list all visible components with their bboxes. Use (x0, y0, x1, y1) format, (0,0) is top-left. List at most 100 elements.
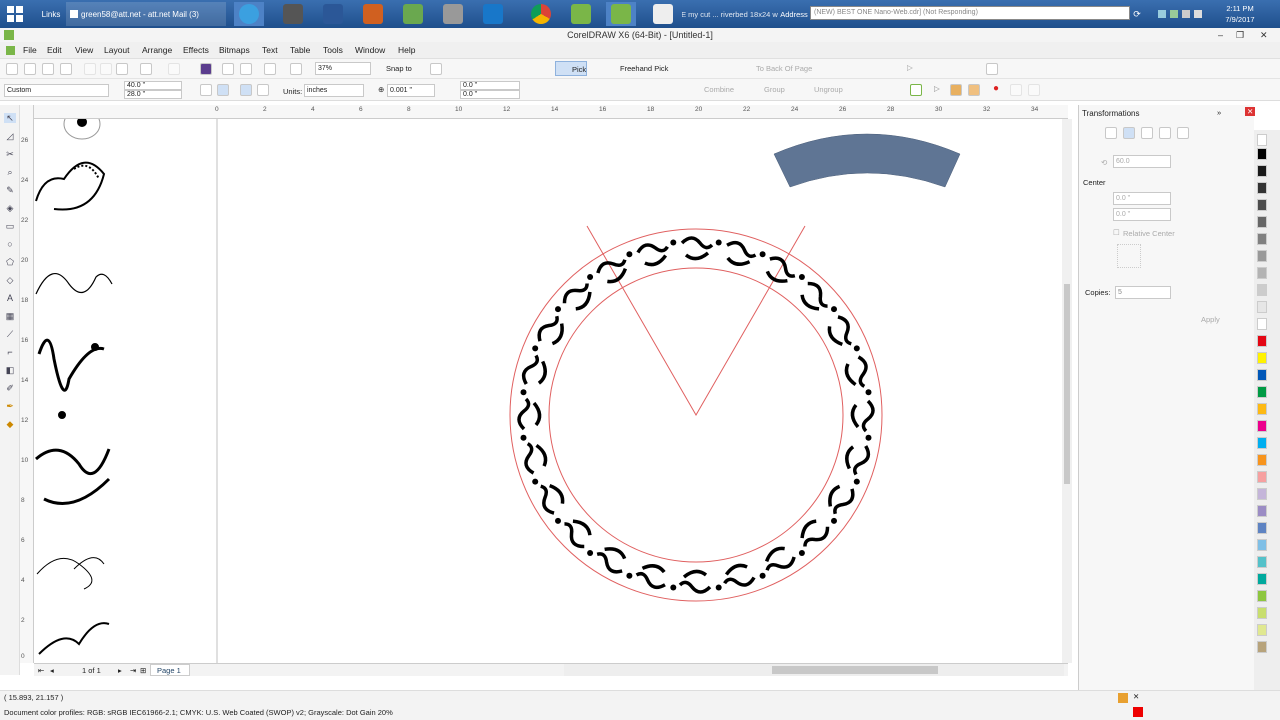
pause-icon[interactable] (1028, 84, 1040, 96)
page-height-input[interactable]: 28.0 " (124, 90, 182, 99)
group-button[interactable]: Group (764, 85, 785, 94)
apply-button[interactable]: Apply (1201, 315, 1220, 324)
color-profiles-text[interactable]: Document color profiles: RGB: sRGB IEC61… (4, 708, 393, 717)
to-back-of-page-button[interactable]: To Back Of Page (756, 64, 812, 73)
combine-button[interactable]: Combine (704, 85, 734, 94)
dimension-tool-icon[interactable]: ⟋ (4, 329, 16, 339)
close-icon[interactable]: ✕ (1260, 28, 1268, 42)
duplicate-y-input[interactable]: 0.0 " (460, 90, 520, 99)
restore-icon[interactable]: ❐ (1236, 28, 1244, 42)
text-tool-icon[interactable]: A (4, 293, 16, 303)
color-swatch[interactable] (1257, 641, 1267, 653)
arc-banner-shape[interactable] (773, 133, 961, 188)
options-icon[interactable] (430, 63, 442, 75)
color-swatch[interactable] (1257, 386, 1267, 398)
outline-pen-icon[interactable]: ✒ (4, 401, 16, 411)
taskbar-item-app3[interactable] (398, 2, 428, 26)
relative-center-checkbox[interactable]: ☐ (1113, 228, 1120, 237)
no-fill-icon[interactable]: ✕ (1133, 692, 1139, 701)
color-swatch[interactable] (1257, 284, 1267, 296)
menu-text[interactable]: Text (262, 45, 278, 55)
copies-input[interactable]: 5 (1115, 286, 1171, 299)
taskbar-item-corel2[interactable] (606, 2, 636, 26)
scroll-thumb[interactable] (772, 666, 938, 674)
first-page-icon[interactable]: ⇤ (38, 666, 44, 675)
play-icon[interactable]: ▷ (907, 63, 913, 72)
menu-arrange[interactable]: Arrange (142, 45, 172, 55)
last-page-icon[interactable]: ⇥ (130, 666, 136, 675)
add-page-icon[interactable]: ⊞ (140, 666, 146, 675)
freehand-pick-button[interactable]: Freehand Pick (620, 64, 668, 73)
horizontal-ruler[interactable]: 0 2 4 6 8 10 12 14 16 18 20 22 24 26 28 … (34, 105, 1068, 119)
zoom-tool-icon[interactable]: ⌕ (4, 167, 16, 177)
print-icon[interactable] (60, 63, 72, 75)
angle-input[interactable]: 60.0 (1113, 155, 1171, 168)
color-swatch[interactable] (1257, 403, 1267, 415)
clipart-flourish-group[interactable] (35, 119, 113, 655)
color-swatch[interactable] (1257, 420, 1267, 432)
v-guide-lines[interactable] (586, 225, 806, 417)
taskbar-item-chrome[interactable] (526, 2, 556, 26)
welcome-screen-icon[interactable] (290, 63, 302, 75)
menu-file[interactable]: File (23, 45, 37, 55)
polygon-tool-icon[interactable]: ⬠ (4, 257, 16, 267)
fill-indicator-icon[interactable] (1118, 693, 1128, 703)
copy-icon[interactable] (100, 63, 112, 75)
color-swatch[interactable] (1257, 505, 1267, 517)
macro-icon[interactable] (950, 84, 962, 96)
taskbar-item-mail[interactable]: green58@att.net - att.net Mail (3) (66, 2, 226, 26)
portrait-icon[interactable] (200, 84, 212, 96)
zoom-select[interactable]: 37% (315, 62, 371, 75)
refresh-icon[interactable]: ⟳ (1130, 2, 1144, 26)
shape-tool-icon[interactable]: ◿ (4, 131, 16, 141)
plugin-icon[interactable] (910, 84, 922, 96)
links-toolbar-label[interactable]: Links (40, 2, 62, 26)
taskbar-item-word[interactable] (318, 2, 348, 26)
color-swatch[interactable] (1257, 318, 1267, 330)
crop-tool-icon[interactable]: ✂ (4, 149, 16, 159)
cut-icon[interactable] (84, 63, 96, 75)
taskbar-item-app5[interactable] (478, 2, 508, 26)
connector-tool-icon[interactable]: ⌐ (4, 347, 16, 357)
taskbar-item-app4[interactable] (438, 2, 468, 26)
taskbar-item-corel1[interactable] (566, 2, 596, 26)
scroll-thumb[interactable] (1064, 284, 1070, 484)
center-y-input[interactable]: 0.0 " (1113, 208, 1171, 221)
page-size-select[interactable]: Custom (4, 84, 109, 97)
pick-tool-button[interactable]: Pick (555, 61, 587, 76)
duplicate-x-input[interactable]: 0.0 " (460, 81, 520, 90)
color-swatch[interactable] (1257, 267, 1267, 279)
application-launcher-icon[interactable] (264, 63, 276, 75)
color-swatch[interactable] (1257, 488, 1267, 500)
color-swatch[interactable] (1257, 352, 1267, 364)
menu-effects[interactable]: Effects (183, 45, 209, 55)
current-page-icon[interactable] (257, 84, 269, 96)
undo-icon[interactable] (140, 63, 152, 75)
smart-fill-icon[interactable]: ◈ (4, 203, 16, 213)
ungroup-button[interactable]: Ungroup (814, 85, 843, 94)
color-swatch[interactable] (1257, 573, 1267, 585)
color-swatch[interactable] (1257, 624, 1267, 636)
color-swatch[interactable] (1257, 182, 1267, 194)
ellipse-tool-icon[interactable]: ○ (4, 239, 16, 249)
blend-tool-icon[interactable]: ◧ (4, 365, 16, 375)
snap-to-dropdown[interactable]: Snap to (386, 64, 412, 73)
color-swatch[interactable] (1257, 539, 1267, 551)
freehand-tool-icon[interactable]: ✎ (4, 185, 16, 195)
table-tool-icon[interactable]: ▦ (4, 311, 16, 321)
new-icon[interactable] (6, 63, 18, 75)
clock[interactable]: 2:11 PM 7/9/2017 (1222, 3, 1258, 25)
pick-tool-icon[interactable]: ↖ (4, 113, 16, 123)
all-pages-icon[interactable] (240, 84, 252, 96)
color-swatch[interactable] (1257, 471, 1267, 483)
menu-window[interactable]: Window (355, 45, 385, 55)
vertical-ruler[interactable]: 26 24 22 20 18 16 14 12 10 8 6 4 2 0 (20, 105, 34, 663)
menu-help[interactable]: Help (398, 45, 415, 55)
rectangle-tool-icon[interactable]: ▭ (4, 221, 16, 231)
color-swatch[interactable] (1257, 590, 1267, 602)
anchor-grid[interactable] (1117, 244, 1141, 268)
page-tab[interactable]: Page 1 (150, 664, 190, 676)
color-swatch[interactable] (1257, 216, 1267, 228)
previous-page-icon[interactable]: ◂ (50, 666, 54, 675)
color-swatch[interactable] (1257, 301, 1267, 313)
